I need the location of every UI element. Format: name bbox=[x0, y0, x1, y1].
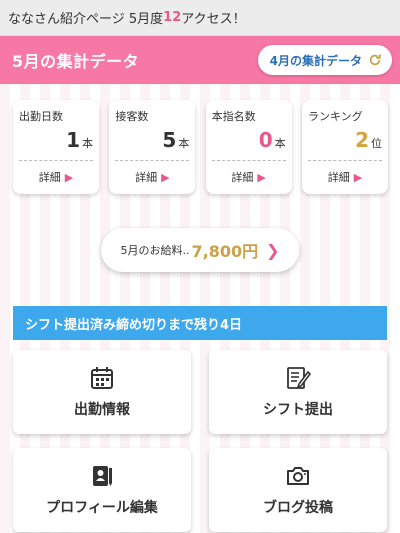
main-menu: 出勤情報 シフト提出 プロフィール編集 ブログ投稿 bbox=[0, 340, 400, 532]
summary-header: 5月の集計データ 4月の集計データ bbox=[0, 36, 400, 84]
stat-value: 1 bbox=[66, 128, 80, 152]
stat-detail-link[interactable]: 詳細 ▶ bbox=[308, 169, 382, 185]
blog-post-label: ブログ投稿 bbox=[263, 500, 333, 516]
chevron-right-icon: ▶ bbox=[161, 170, 170, 184]
stat-divider bbox=[211, 160, 286, 161]
salary-amount: 7,800円 bbox=[191, 242, 259, 261]
stat-value: 5 bbox=[162, 128, 177, 152]
previous-month-button[interactable]: 4月の集計データ bbox=[257, 45, 392, 75]
stats-row: 出勤日数 1本 詳細 ▶ 接客数 5本 詳細 ▶ 本指名数 0本 詳細 ▶ ランキング… bbox=[0, 84, 400, 194]
stat-label: ランキング bbox=[307, 110, 363, 123]
attendance-label: 出勤情報 bbox=[74, 402, 130, 418]
stat-divider bbox=[115, 160, 190, 161]
camera-icon bbox=[287, 467, 309, 485]
detail-label: 詳細 bbox=[38, 171, 61, 184]
stat-card-ranking: ランキング 2位 詳細 ▶ bbox=[301, 100, 388, 194]
stat-value: 0 bbox=[258, 128, 273, 152]
stat-unit: 本 bbox=[274, 137, 286, 150]
stat-label: 本指名数 bbox=[211, 110, 256, 123]
stat-unit: 本 bbox=[82, 137, 93, 150]
detail-label: 詳細 bbox=[327, 171, 350, 184]
profile-edit-label: プロフィール編集 bbox=[46, 500, 158, 516]
stat-unit: 本 bbox=[178, 137, 190, 150]
previous-month-label: 4月の集計データ bbox=[269, 53, 362, 68]
calendar-icon bbox=[91, 367, 113, 389]
stat-detail-link[interactable]: 詳細 ▶ bbox=[212, 169, 286, 185]
salary-button[interactable]: 5月のお給料.. 7,800円 ❯ bbox=[101, 228, 299, 272]
stat-card-nominations: 本指名数 0本 詳細 ▶ bbox=[205, 100, 292, 194]
shift-submit-label: シフト提出 bbox=[263, 402, 333, 418]
access-prefix: ななさん紹介ページ 5月度 bbox=[8, 12, 164, 27]
summary-title: 5月の集計データ bbox=[12, 52, 140, 71]
shift-deadline-notice: シフト提出済み締め切りまで残り4日 bbox=[13, 306, 387, 340]
salary-label: 5月のお給料.. bbox=[120, 244, 190, 257]
attendance-button[interactable]: 出勤情報 bbox=[13, 350, 191, 434]
stat-unit: 位 bbox=[370, 137, 382, 150]
stat-detail-link[interactable]: 詳細 ▶ bbox=[115, 169, 189, 185]
profile-note-icon bbox=[93, 466, 112, 486]
chevron-right-icon: ▶ bbox=[64, 170, 74, 184]
edit-list-icon bbox=[287, 367, 311, 389]
chevron-right-icon: ▶ bbox=[257, 170, 266, 184]
profile-edit-button[interactable]: プロフィール編集 bbox=[13, 448, 191, 532]
refresh-icon bbox=[369, 54, 381, 66]
blog-post-button[interactable]: ブログ投稿 bbox=[209, 448, 387, 532]
stat-value: 2 bbox=[355, 128, 369, 152]
detail-label: 詳細 bbox=[135, 171, 158, 184]
stat-detail-link[interactable]: 詳細 ▶ bbox=[19, 169, 93, 185]
detail-label: 詳細 bbox=[231, 171, 254, 184]
stat-card-work-days: 出勤日数 1本 詳細 ▶ bbox=[13, 100, 99, 194]
shift-submit-button[interactable]: シフト提出 bbox=[209, 350, 387, 434]
stat-divider bbox=[307, 160, 382, 161]
access-banner: ななさん紹介ページ 5月度 12 アクセス！ bbox=[0, 0, 400, 36]
stat-label: 接客数 bbox=[115, 110, 149, 123]
chevron-right-icon: ❯ bbox=[266, 240, 280, 260]
stat-divider bbox=[19, 160, 93, 161]
access-suffix: アクセス！ bbox=[181, 12, 246, 27]
chevron-right-icon: ▶ bbox=[353, 170, 363, 184]
stat-label: 出勤日数 bbox=[19, 110, 63, 123]
stat-card-customers: 接客数 5本 詳細 ▶ bbox=[109, 100, 196, 194]
access-count: 12 bbox=[163, 10, 182, 25]
